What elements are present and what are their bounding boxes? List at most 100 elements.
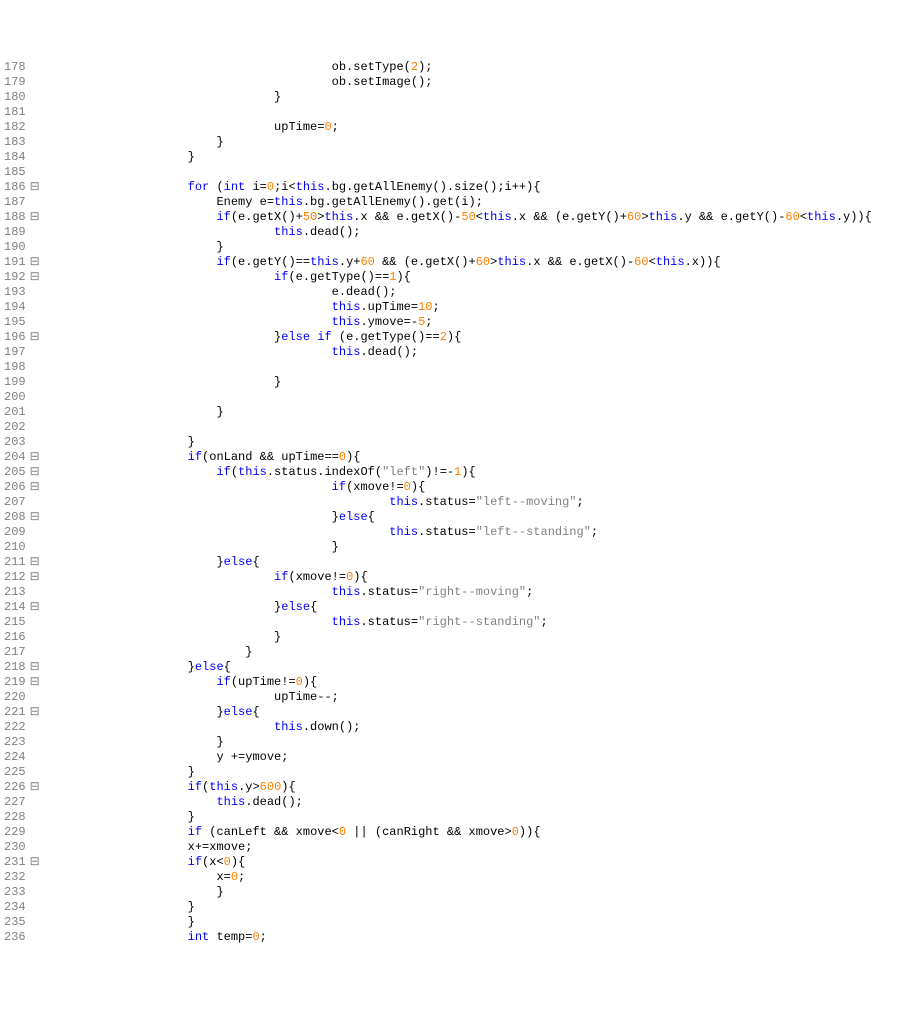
fold-toggle[interactable]: ⊟ [30, 555, 44, 570]
code-line[interactable]: this.upTime=10; [44, 300, 872, 315]
code-line[interactable] [44, 360, 872, 375]
fold-toggle[interactable]: ⊟ [30, 570, 44, 585]
fold-toggle[interactable]: ⊟ [30, 705, 44, 720]
fold-toggle[interactable]: ⊟ [30, 255, 44, 270]
code-line[interactable]: } [44, 885, 872, 900]
code-line[interactable]: for (int i=0;i<this.bg.getAllEnemy().siz… [44, 180, 872, 195]
code-line[interactable]: }else{ [44, 660, 872, 675]
fold-toggle[interactable]: ⊟ [30, 675, 44, 690]
code-line[interactable]: } [44, 405, 872, 420]
line-number: 211 [4, 555, 26, 570]
code-line[interactable]: ob.setType(2); [44, 60, 872, 75]
code-line[interactable]: y +=ymove; [44, 750, 872, 765]
code-area[interactable]: ob.setType(2); ob.setImage(); } upTime=0… [44, 60, 872, 945]
fold-toggle[interactable]: ⊟ [30, 450, 44, 465]
fold-toggle[interactable]: ⊟ [30, 510, 44, 525]
code-line[interactable]: } [44, 915, 872, 930]
code-line[interactable]: if(e.getX()+50>this.x && e.getX()-50<thi… [44, 210, 872, 225]
fold-toggle[interactable]: ⊟ [30, 600, 44, 615]
code-line[interactable]: this.status="left--moving"; [44, 495, 872, 510]
line-number: 215 [4, 615, 26, 630]
fold-empty [30, 60, 44, 75]
code-line[interactable]: if(xmove!=0){ [44, 570, 872, 585]
code-line[interactable]: }else{ [44, 510, 872, 525]
fold-toggle[interactable]: ⊟ [30, 330, 44, 345]
code-line[interactable]: this.status="right--moving"; [44, 585, 872, 600]
code-line[interactable]: ob.setImage(); [44, 75, 872, 90]
code-line[interactable]: } [44, 90, 872, 105]
line-number: 213 [4, 585, 26, 600]
line-number: 234 [4, 900, 26, 915]
fold-toggle[interactable]: ⊟ [30, 465, 44, 480]
line-number: 222 [4, 720, 26, 735]
code-line[interactable] [44, 105, 872, 120]
line-number: 209 [4, 525, 26, 540]
code-line[interactable]: e.dead(); [44, 285, 872, 300]
code-line[interactable]: this.dead(); [44, 225, 872, 240]
code-line[interactable]: if(e.getType()==1){ [44, 270, 872, 285]
code-line[interactable]: }else{ [44, 705, 872, 720]
line-number: 178 [4, 60, 26, 75]
code-line[interactable]: } [44, 540, 872, 555]
code-line[interactable]: this.dead(); [44, 345, 872, 360]
code-line[interactable]: upTime=0; [44, 120, 872, 135]
code-line[interactable]: x+=xmove; [44, 840, 872, 855]
code-line[interactable]: this.status="right--standing"; [44, 615, 872, 630]
code-line[interactable]: } [44, 240, 872, 255]
code-line[interactable]: } [44, 150, 872, 165]
code-line[interactable]: } [44, 375, 872, 390]
code-line[interactable] [44, 165, 872, 180]
fold-empty [30, 345, 44, 360]
fold-toggle[interactable]: ⊟ [30, 270, 44, 285]
line-number: 218 [4, 660, 26, 675]
fold-empty [30, 720, 44, 735]
code-line[interactable]: } [44, 735, 872, 750]
line-number: 231 [4, 855, 26, 870]
code-line[interactable]: if(e.getY()==this.y+60 && (e.getX()+60>t… [44, 255, 872, 270]
code-line[interactable]: if(x<0){ [44, 855, 872, 870]
code-line[interactable]: x=0; [44, 870, 872, 885]
code-line[interactable]: } [44, 630, 872, 645]
line-number: 202 [4, 420, 26, 435]
fold-toggle[interactable]: ⊟ [30, 855, 44, 870]
line-number: 193 [4, 285, 26, 300]
fold-toggle[interactable]: ⊟ [30, 210, 44, 225]
line-number: 197 [4, 345, 26, 360]
code-line[interactable]: if(onLand && upTime==0){ [44, 450, 872, 465]
code-line[interactable]: } [44, 435, 872, 450]
code-line[interactable]: } [44, 810, 872, 825]
code-line[interactable]: if(this.status.indexOf("left")!=-1){ [44, 465, 872, 480]
fold-toggle[interactable]: ⊟ [30, 660, 44, 675]
code-line[interactable]: } [44, 765, 872, 780]
code-line[interactable]: }else{ [44, 555, 872, 570]
code-line[interactable] [44, 420, 872, 435]
fold-empty [30, 225, 44, 240]
code-line[interactable]: } [44, 135, 872, 150]
code-line[interactable]: this.status="left--standing"; [44, 525, 872, 540]
line-number: 187 [4, 195, 26, 210]
line-number: 200 [4, 390, 26, 405]
code-line[interactable]: } [44, 900, 872, 915]
code-editor[interactable]: 1781791801811821831841851861871881891901… [0, 60, 911, 945]
code-line[interactable]: if(upTime!=0){ [44, 675, 872, 690]
fold-toggle[interactable]: ⊟ [30, 180, 44, 195]
code-line[interactable]: this.ymove=-5; [44, 315, 872, 330]
code-line[interactable]: int temp=0; [44, 930, 872, 945]
code-line[interactable]: Enemy e=this.bg.getAllEnemy().get(i); [44, 195, 872, 210]
code-line[interactable]: upTime--; [44, 690, 872, 705]
line-number: 228 [4, 810, 26, 825]
fold-toggle[interactable]: ⊟ [30, 480, 44, 495]
line-number: 224 [4, 750, 26, 765]
line-number: 184 [4, 150, 26, 165]
code-line[interactable]: }else{ [44, 600, 872, 615]
fold-toggle[interactable]: ⊟ [30, 780, 44, 795]
code-line[interactable]: } [44, 645, 872, 660]
code-line[interactable]: if(xmove!=0){ [44, 480, 872, 495]
code-line[interactable]: if (canLeft && xmove<0 || (canRight && x… [44, 825, 872, 840]
fold-gutter[interactable]: ⊟⊟⊟⊟⊟⊟⊟⊟⊟⊟⊟⊟⊟⊟⊟⊟⊟ [28, 60, 44, 945]
code-line[interactable]: this.down(); [44, 720, 872, 735]
code-line[interactable]: }else if (e.getType()==2){ [44, 330, 872, 345]
code-line[interactable] [44, 390, 872, 405]
code-line[interactable]: this.dead(); [44, 795, 872, 810]
code-line[interactable]: if(this.y>600){ [44, 780, 872, 795]
